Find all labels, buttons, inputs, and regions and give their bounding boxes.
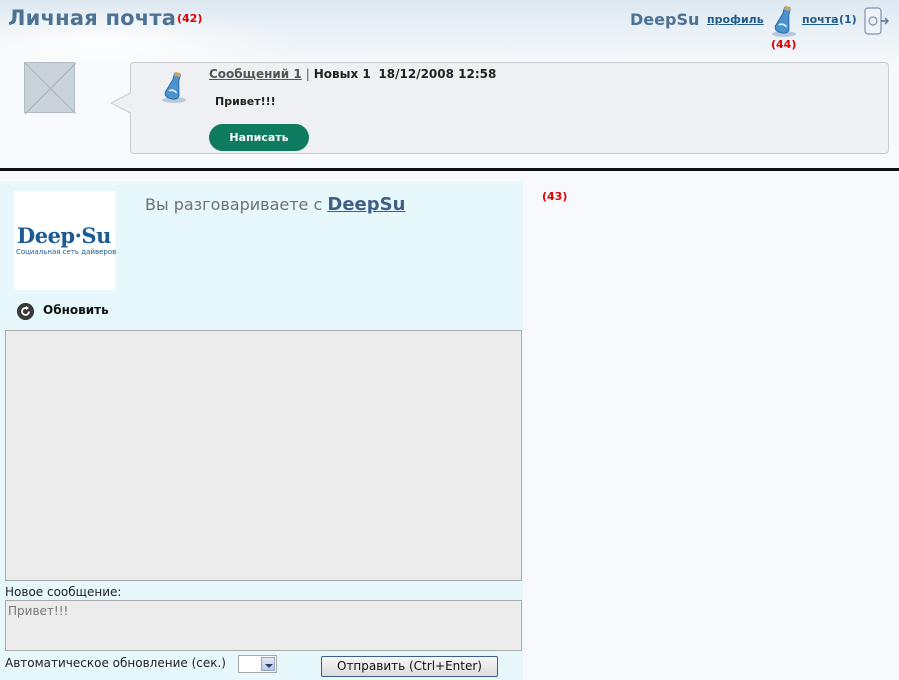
logo-subtitle: Социальная сеть дайверов (16, 248, 117, 256)
write-button[interactable]: Написать (209, 124, 309, 151)
annotation-marker-42: (42) (177, 12, 203, 25)
new-count: Новых 1 (313, 67, 371, 81)
right-empty-area (523, 171, 899, 680)
avatar-placeholder (24, 62, 77, 115)
mail-link[interactable]: почта (802, 13, 839, 26)
image-placeholder-icon (24, 62, 77, 115)
talking-with-prefix: Вы разговариваете с (145, 195, 323, 214)
bubble-tail-inner (112, 93, 132, 113)
annotation-marker-43: (43) (542, 190, 568, 203)
chevron-down-icon[interactable] (261, 657, 275, 671)
exit-icon[interactable] (862, 6, 890, 36)
chat-log[interactable] (5, 330, 522, 581)
new-message-input[interactable]: Привет!!! (5, 600, 522, 651)
new-message-label: Новое сообщение: (5, 585, 122, 599)
page-title: Личная почта (8, 6, 177, 30)
annotation-marker-44: (44) (771, 38, 797, 51)
messages-count-link[interactable]: Сообщений 1 (209, 67, 302, 81)
message-meta: Сообщений 1 | Новых 1 18/12/2008 12:58 (209, 67, 496, 81)
bottle-mail-icon[interactable] (770, 4, 798, 38)
mail-count-badge: (1) (839, 13, 857, 26)
bottle-message-icon (162, 71, 186, 103)
message-preview: Привет!!! (215, 95, 276, 108)
logo-text: Deep·Su (17, 223, 111, 248)
auto-refresh-select[interactable] (238, 655, 277, 673)
meta-separator: | (305, 67, 310, 81)
profile-link[interactable]: профиль (707, 13, 764, 26)
refresh-button[interactable]: Обновить (43, 303, 109, 317)
contact-name-link[interactable]: DeepSu (327, 194, 405, 215)
talking-with-line: Вы разговариваете с DeepSu (145, 194, 405, 215)
page: Личная почта (42) DeepSu профиль почта (… (0, 0, 899, 680)
header-username: DeepSu (630, 10, 700, 29)
auto-refresh-label: Автоматическое обновление (сек.) (5, 656, 226, 670)
message-datetime: 18/12/2008 12:58 (378, 67, 497, 81)
refresh-icon[interactable] (17, 303, 34, 320)
send-button[interactable]: Отправить (Ctrl+Enter) (321, 656, 498, 677)
contact-logo: Deep·Su Социальная сеть дайверов (14, 191, 117, 290)
